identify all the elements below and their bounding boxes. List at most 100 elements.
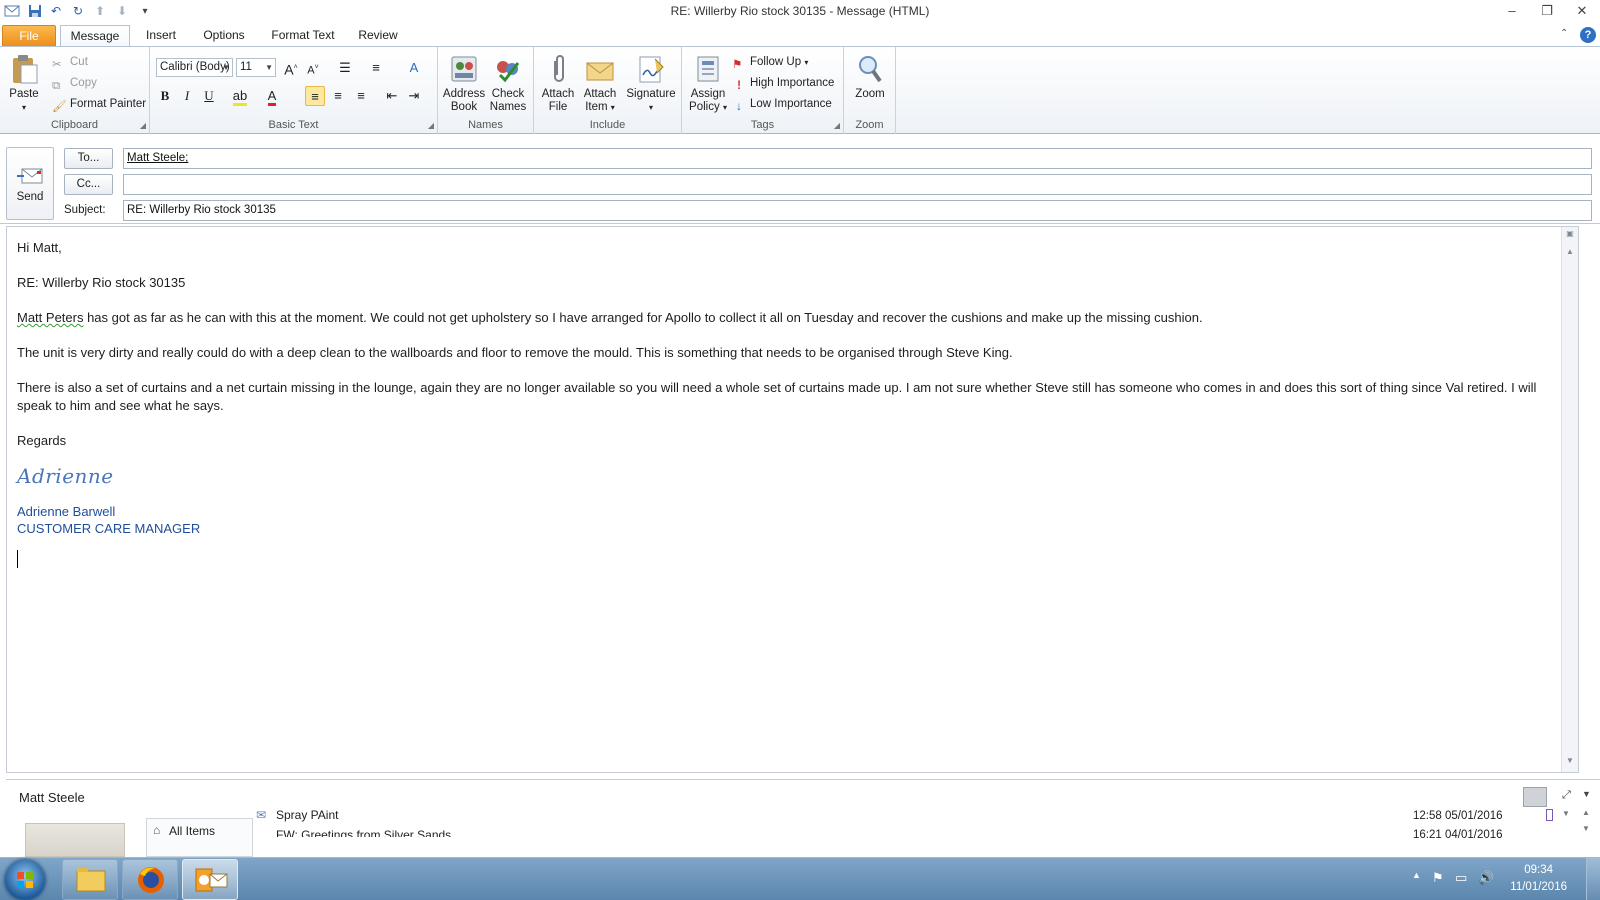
basic-text-launcher-icon[interactable]: ◢ [428, 121, 434, 130]
paste-label: Paste [9, 88, 39, 100]
attach-item-label-1: Attach [583, 88, 617, 100]
message-body[interactable]: Hi Matt, RE: Willerby Rio stock 30135 Ma… [6, 226, 1579, 773]
zoom-button[interactable]: Zoom [848, 53, 892, 101]
system-clock[interactable]: 09:34 11/01/2016 [1510, 862, 1567, 896]
text-cursor [17, 550, 18, 568]
scroll-up-icon[interactable]: ▲ [1562, 247, 1578, 261]
follow-up-button[interactable]: ⚑ Follow Up ▾ [732, 53, 808, 71]
high-importance-button[interactable]: ! High Importance [732, 74, 834, 92]
copy-icon: ⧉ [52, 80, 61, 92]
italic-button[interactable]: I [177, 86, 197, 106]
chevron-down-icon: ▾ [610, 103, 615, 112]
high-importance-icon: ! [737, 80, 741, 92]
send-button[interactable]: Send [6, 147, 54, 220]
align-left-button[interactable]: ≡ [305, 86, 325, 106]
highlight-button[interactable]: ab [230, 86, 250, 106]
attach-file-button[interactable]: Attach File [540, 53, 576, 114]
tab-review[interactable]: Review [352, 25, 404, 47]
list-item[interactable]: Spray PAint [276, 808, 338, 822]
scroll-up-icon[interactable]: ▲ [1582, 808, 1590, 817]
cut-button[interactable]: ✂ Cut [52, 53, 88, 71]
low-importance-button[interactable]: ↓ Low Importance [732, 95, 832, 113]
action-center-flag-icon[interactable]: ⚑ [1432, 870, 1444, 886]
chevron-down-icon[interactable]: ▼ [1582, 789, 1591, 799]
attach-item-button[interactable]: Attach Item ▾ [580, 53, 620, 114]
ruler-toggle-icon[interactable]: ▣ [1562, 229, 1578, 243]
ribbon-tabs: File Message Insert Options Format Text … [0, 24, 1600, 47]
people-pane-name: Matt Steele [19, 790, 85, 805]
bold-button[interactable]: B [155, 86, 175, 106]
taskbar-firefox[interactable] [122, 859, 178, 900]
tab-file[interactable]: File [2, 25, 56, 47]
tab-insert[interactable]: Insert [136, 25, 186, 47]
taskbar-explorer[interactable] [62, 859, 118, 900]
all-items-tab[interactable]: All Items [169, 824, 215, 838]
restore-button[interactable]: ❐ [1533, 2, 1561, 20]
to-button[interactable]: To... [64, 148, 113, 169]
cc-field[interactable] [123, 174, 1592, 195]
people-pane-nav[interactable]: ⌂ All Items [146, 818, 253, 857]
spell-flagged-name[interactable]: Matt Peters [17, 310, 83, 325]
high-importance-label: High Importance [750, 77, 835, 89]
signature-icon [635, 53, 667, 85]
list-item[interactable]: FW: Greetings from Silver Sands [276, 828, 451, 837]
contact-photo-thumbnail[interactable] [1523, 787, 1547, 807]
recipient-chip[interactable]: Matt Steele; [127, 152, 188, 164]
names-group-label: Names [468, 119, 503, 131]
show-desktop-button[interactable] [1586, 858, 1600, 900]
low-importance-icon: ↓ [736, 101, 742, 113]
shrink-font-button[interactable]: A˅ [303, 58, 323, 78]
minimize-ribbon-icon[interactable]: ⌃ [1560, 28, 1568, 39]
check-names-button[interactable]: Check Names [486, 53, 530, 114]
paste-dropdown-icon[interactable]: ▾ [6, 101, 42, 114]
include-group-label: Include [589, 119, 626, 131]
styles-icon[interactable]: A [404, 58, 424, 78]
show-hidden-icons[interactable]: ▲ [1412, 870, 1421, 880]
clipboard-launcher-icon[interactable]: ◢ [140, 121, 146, 130]
grow-font-button[interactable]: A˄ [281, 58, 301, 78]
decrease-indent-button[interactable]: ⇤ [382, 86, 402, 106]
tab-format-text[interactable]: Format Text [264, 25, 342, 47]
scroll-down-icon[interactable]: ▼ [1562, 756, 1578, 770]
network-icon[interactable]: ▭ [1455, 870, 1467, 886]
font-color-button[interactable]: A [262, 86, 282, 106]
cc-button[interactable]: Cc... [64, 174, 113, 195]
numbering-button[interactable]: ≡ [366, 58, 386, 78]
tab-message[interactable]: Message [60, 25, 130, 47]
paste-button[interactable]: Paste ▾ [6, 53, 42, 114]
vertical-scrollbar[interactable]: ▣ ▲ ▼ [1561, 227, 1578, 772]
to-field[interactable]: Matt Steele; [123, 148, 1592, 169]
format-painter-button[interactable]: 🖌 Format Painter [52, 95, 146, 113]
expand-icon[interactable]: ⤢ [1562, 789, 1571, 802]
align-center-button[interactable]: ≡ [328, 86, 348, 106]
scroll-down-icon[interactable]: ▼ [1582, 824, 1590, 833]
format-painter-label: Format Painter [70, 98, 147, 110]
font-size-select[interactable]: 11 ▼ [236, 58, 276, 77]
subject-field[interactable]: RE: Willerby Rio stock 30135 [123, 200, 1592, 221]
tags-group: Assign Policy ▾ ⚑ Follow Up ▾ ! High Impor… [682, 47, 844, 134]
help-icon[interactable]: ? [1580, 27, 1596, 43]
home-icon: ⌂ [153, 823, 161, 837]
body-text[interactable]: Hi Matt, RE: Willerby Rio stock 30135 Ma… [17, 239, 1557, 568]
minimize-button[interactable]: – [1498, 2, 1526, 20]
font-name-select[interactable]: Calibri (Body) ▼ [156, 58, 233, 77]
chevron-down-icon[interactable]: ▼ [1562, 809, 1570, 818]
address-book-label-1: Address [442, 88, 486, 100]
attach-file-label-2: File [548, 101, 568, 113]
basic-text-group: Calibri (Body) ▼ 11 ▼ A˄ A˅ ☰ ≡ A B I U ab… [150, 47, 438, 134]
taskbar-outlook[interactable] [182, 859, 238, 900]
underline-button[interactable]: U [199, 86, 219, 106]
assign-policy-button[interactable]: Assign Policy ▾ [686, 53, 730, 114]
tags-launcher-icon[interactable]: ◢ [834, 121, 840, 130]
bullets-button[interactable]: ☰ [335, 58, 355, 78]
tab-options[interactable]: Options [195, 25, 253, 47]
clock-date: 11/01/2016 [1510, 881, 1567, 893]
volume-icon[interactable]: 🔊 [1478, 870, 1494, 886]
increase-indent-button[interactable]: ⇥ [404, 86, 424, 106]
start-button[interactable] [5, 860, 45, 900]
address-book-button[interactable]: Address Book [442, 53, 486, 114]
close-button[interactable]: ✕ [1568, 2, 1596, 20]
copy-button[interactable]: ⧉ Copy [52, 74, 97, 92]
signature-button[interactable]: Signature ▾ [624, 53, 678, 114]
align-right-button[interactable]: ≡ [351, 86, 371, 106]
